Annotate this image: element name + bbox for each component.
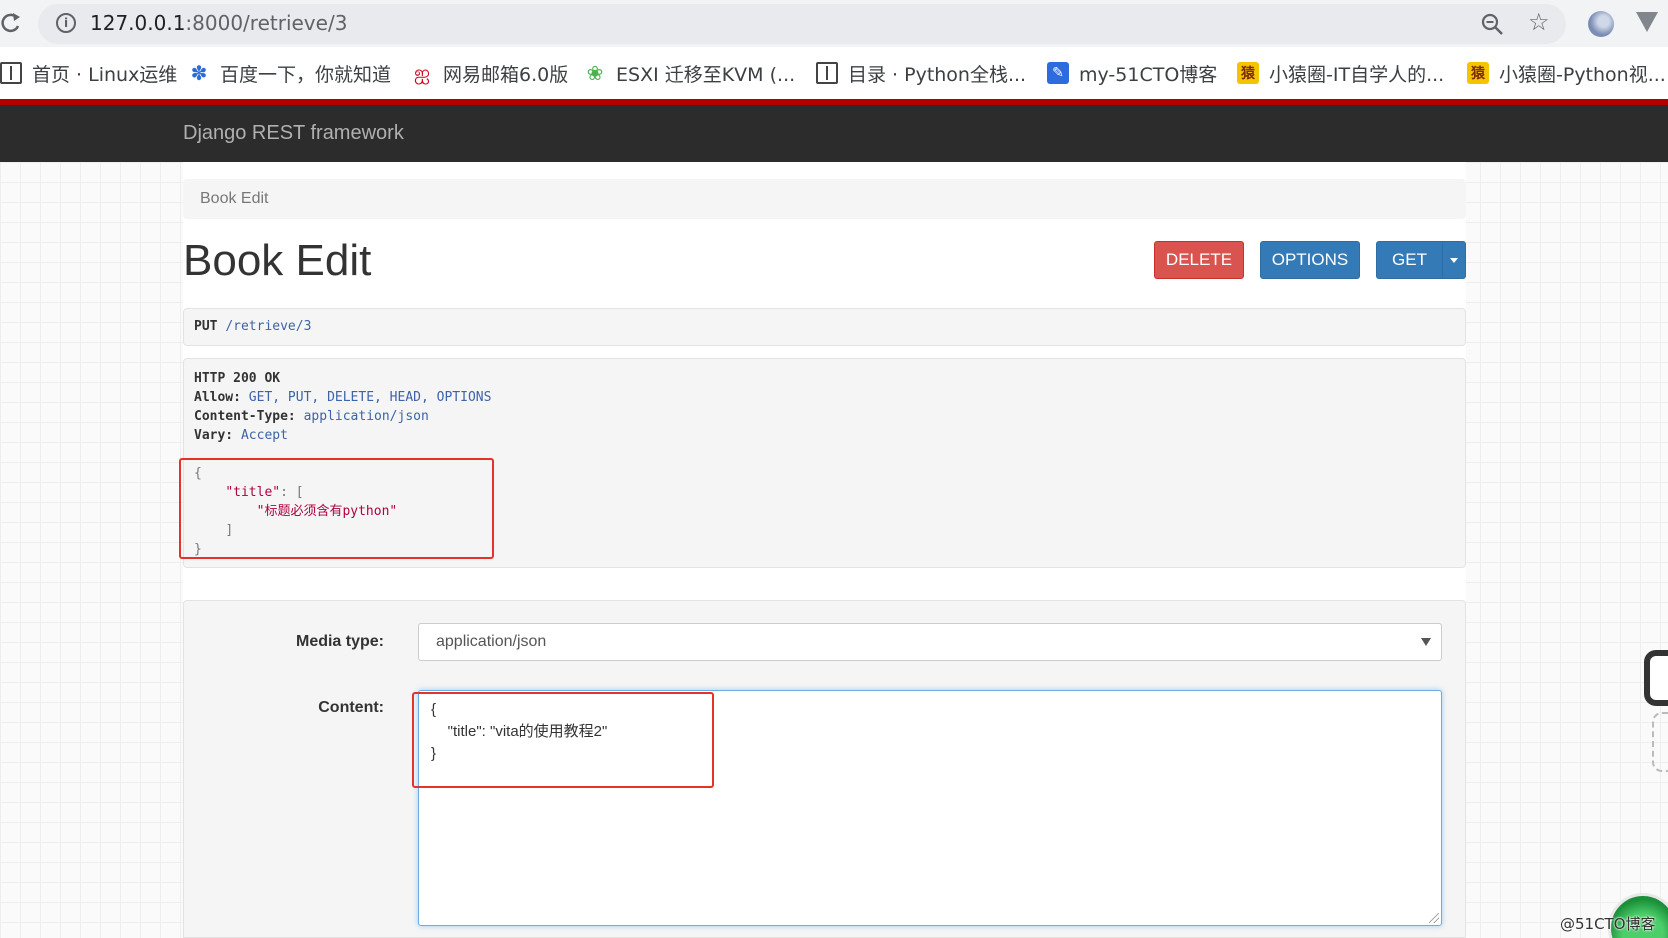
page-title: Book Edit (183, 236, 372, 285)
bookmark-item[interactable]: ✽ 百度一下，你就知道 (188, 61, 392, 86)
bookmark-label: 百度一下，你就知道 (220, 63, 392, 86)
bookmark-item[interactable]: 猿小猿圈-IT自学人的... (1237, 61, 1445, 86)
get-format-dropdown-button[interactable] (1442, 241, 1466, 279)
media-type-select[interactable]: application/json (418, 623, 1442, 661)
navbar-brand[interactable]: Django REST framework (183, 122, 404, 145)
json-open-brace: { (194, 466, 202, 481)
bookmark-item[interactable]: 猿小猿圈-Python视... (1467, 61, 1666, 86)
url-path: :8000/retrieve/3 (185, 11, 348, 35)
resize-handle-icon[interactable] (1429, 913, 1439, 923)
allow-label: Allow: (194, 390, 241, 405)
frog-icon: ❀ (586, 61, 604, 85)
floating-side-tab[interactable] (1652, 712, 1668, 772)
vary-label: Vary: (194, 428, 234, 443)
feather-icon: ✎ (1047, 62, 1069, 84)
url-text[interactable]: 127.0.0.1:8000/retrieve/3 (90, 11, 347, 35)
request-method: PUT (194, 319, 218, 334)
netease-icon: ஐ (413, 59, 431, 84)
response-info: HTTP 200 OK Allow: GET, PUT, DELETE, HEAD… (183, 358, 1466, 568)
bookmark-label: 小猿圈-IT自学人的... (1269, 63, 1445, 86)
bookmark-item[interactable]: 首页 · Linux运维 (0, 61, 178, 86)
floating-side-widget[interactable] (1644, 650, 1668, 706)
url-host: 127.0.0.1 (90, 11, 186, 35)
bookmark-item[interactable]: ஐ 网易邮箱6.0版 (411, 59, 569, 86)
bookmarks-bar: 首页 · Linux运维 ✽ 百度一下，你就知道 ஐ 网易邮箱6.0版 ❀ ESXI … (0, 47, 1668, 99)
bookmark-label: my-51CTO博客 (1079, 63, 1218, 86)
navbar: Django REST framework (0, 105, 1668, 162)
breadcrumb: Book Edit (183, 179, 1466, 219)
content-textarea[interactable]: { "title": "vita的使用教程2" } (418, 690, 1442, 926)
book-icon (816, 62, 838, 84)
content-label: Content: (318, 699, 384, 716)
media-type-label: Media type: (295, 633, 384, 650)
json-key: "title" (225, 485, 281, 500)
extension-icon[interactable] (1588, 11, 1614, 37)
info-icon[interactable]: i (56, 13, 76, 33)
select-caret-icon (1421, 638, 1431, 646)
bookmark-item[interactable]: ❀ ESXI 迁移至KVM (... (584, 61, 796, 86)
breadcrumb-item[interactable]: Book Edit (200, 190, 268, 207)
bookmark-star-icon[interactable]: ☆ (1528, 10, 1550, 36)
paw-icon: ✽ (190, 61, 208, 85)
request-info: PUT /retrieve/3 (183, 308, 1466, 346)
request-path: /retrieve/3 (225, 319, 312, 334)
bookmark-item[interactable]: ✎ my-51CTO博客 (1047, 61, 1218, 86)
json-error-message: "标题必须含有python" (256, 504, 398, 519)
json-close-bracket: ] (225, 523, 234, 538)
json-close-brace: } (194, 542, 202, 557)
get-button[interactable]: GET (1376, 241, 1443, 279)
delete-button[interactable]: DELETE (1154, 241, 1244, 279)
bookmark-label: 首页 · Linux运维 (32, 63, 178, 86)
bookmark-label: 目录 · Python全栈... (848, 63, 1027, 86)
json-colon: : [ (280, 485, 304, 500)
vue-extension-icon[interactable] (1636, 12, 1658, 32)
bookmark-item[interactable]: 目录 · Python全栈... (816, 61, 1027, 86)
ape-icon: 猿 (1237, 62, 1259, 84)
response-status: HTTP 200 OK (194, 371, 281, 386)
vary-value: Accept (240, 428, 288, 443)
options-button[interactable]: OPTIONS (1260, 241, 1360, 279)
allow-value: GET, PUT, DELETE, HEAD, OPTIONS (248, 390, 492, 405)
content-type-label: Content-Type: (194, 409, 296, 424)
reload-icon[interactable] (0, 10, 22, 36)
caret-down-icon (1450, 257, 1458, 263)
watermark: @51CTO博客 (1560, 915, 1656, 933)
bookmark-label: ESXI 迁移至KVM (... (616, 63, 796, 86)
book-icon (0, 62, 22, 84)
zoom-icon[interactable] (1480, 12, 1504, 36)
ape-icon: 猿 (1467, 62, 1489, 84)
bookmark-label: 网易邮箱6.0版 (443, 63, 569, 86)
media-type-value: application/json (436, 633, 547, 650)
bookmark-label: 小猿圈-Python视... (1499, 63, 1666, 86)
content-type-value: application/json (303, 409, 429, 424)
